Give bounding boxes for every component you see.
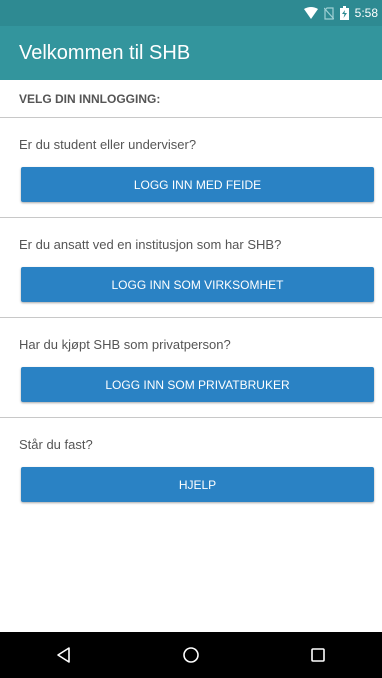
- option-question: Har du kjøpt SHB som privatperson?: [19, 337, 231, 352]
- login-options: VELG DIN INNLOGGING: Er du student eller…: [0, 80, 382, 518]
- section-title: VELG DIN INNLOGGING:: [0, 80, 382, 118]
- battery-charging-icon: [339, 6, 349, 20]
- status-time: 5:58: [354, 6, 378, 20]
- recents-icon[interactable]: [298, 635, 338, 675]
- option-question: Står du fast?: [19, 437, 93, 452]
- navigation-bar: [0, 632, 382, 678]
- option-question: Er du student eller underviser?: [19, 137, 197, 152]
- login-virksomhet-button[interactable]: LOGG INN SOM VIRKSOMHET: [21, 267, 374, 302]
- option-privatbruker: Har du kjøpt SHB som privatperson? LOGG …: [0, 318, 382, 418]
- login-privatbruker-button[interactable]: LOGG INN SOM PRIVATBRUKER: [21, 367, 374, 402]
- status-bar: 5:58: [0, 0, 382, 26]
- app-bar: Velkommen til SHB: [0, 26, 382, 80]
- back-icon[interactable]: [44, 635, 84, 675]
- help-button[interactable]: HJELP: [21, 467, 374, 502]
- option-virksomhet: Er du ansatt ved en institusjon som har …: [0, 218, 382, 318]
- home-icon[interactable]: [171, 635, 211, 675]
- wifi-icon: [303, 7, 318, 19]
- option-help: Står du fast? HJELP: [0, 418, 382, 518]
- no-sim-icon: [323, 6, 334, 20]
- page-title: Velkommen til SHB: [19, 41, 191, 64]
- option-feide: Er du student eller underviser? LOGG INN…: [0, 118, 382, 218]
- login-feide-button[interactable]: LOGG INN MED FEIDE: [21, 167, 374, 202]
- option-question: Er du ansatt ved en institusjon som har …: [19, 237, 282, 252]
